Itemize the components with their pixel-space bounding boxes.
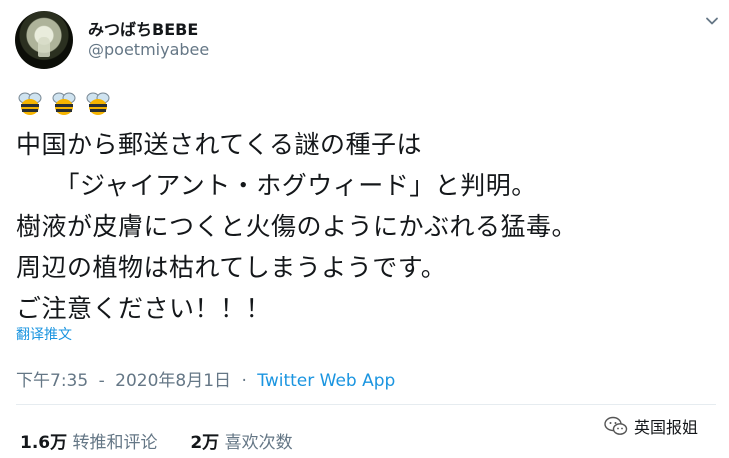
- user-handle[interactable]: @poetmiyabee: [88, 40, 209, 59]
- watermark: 英国报姐: [604, 414, 698, 438]
- bee-emoji-icon: [18, 92, 42, 115]
- retweets-stat[interactable]: 1.6万 转推和评论: [20, 433, 158, 453]
- bee-emoji-icon: [52, 92, 76, 115]
- display-name[interactable]: みつばちBEBE: [88, 16, 198, 40]
- wechat-icon: [604, 416, 628, 435]
- retweets-label: 转推和评论: [72, 433, 158, 453]
- tweet-time[interactable]: 下午7:35: [16, 371, 88, 391]
- watermark-text: 英国报姐: [634, 418, 699, 437]
- tweet-date[interactable]: 2020年8月1日: [115, 371, 231, 391]
- bee-emoji-icon: [86, 92, 110, 115]
- emoji-row: [16, 90, 112, 118]
- likes-label: 喜欢次数: [224, 433, 293, 453]
- tweet-stats: 1.6万 转推和评论 2万 喜欢次数: [20, 428, 293, 453]
- likes-count: 2万: [190, 433, 220, 453]
- avatar[interactable]: [15, 11, 73, 69]
- likes-stat[interactable]: 2万 喜欢次数: [190, 433, 292, 453]
- retweets-count: 1.6万: [20, 433, 68, 453]
- meta-separator: -: [98, 371, 105, 391]
- translate-tweet-link[interactable]: 翻译推文: [16, 324, 72, 344]
- chevron-down-icon[interactable]: [705, 14, 719, 28]
- meta-separator: ·: [241, 371, 247, 391]
- tweet-source-link[interactable]: Twitter Web App: [257, 371, 395, 391]
- divider: [16, 404, 716, 405]
- tweet-meta: 下午7:35 - 2020年8月1日 · Twitter Web App: [16, 366, 395, 391]
- tweet-text: 中国から郵送されてくる謎の種子は 「ジャイアント・ホグウィード」と判明。 樹液が…: [16, 130, 578, 323]
